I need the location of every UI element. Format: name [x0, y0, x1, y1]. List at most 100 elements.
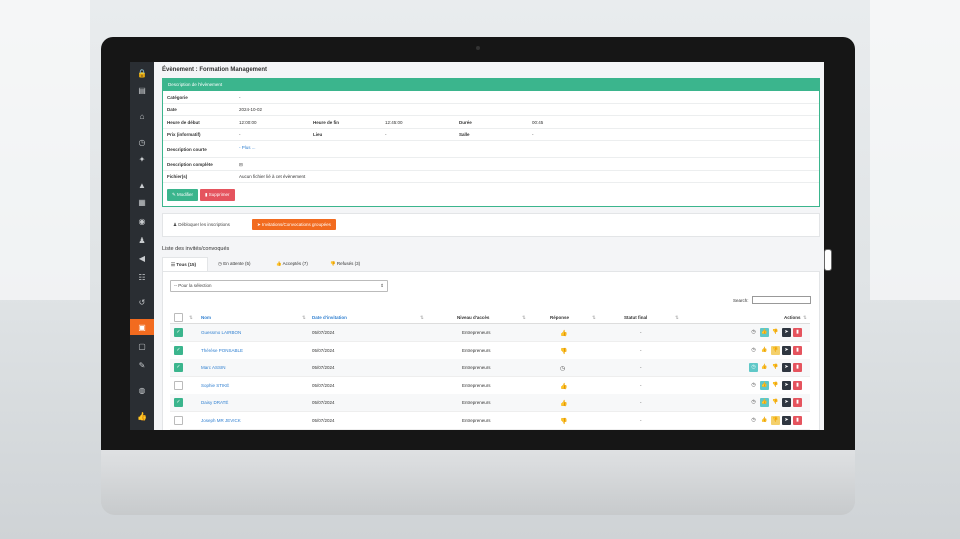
send-invitation-button[interactable]: ➤ — [782, 363, 791, 372]
sort-icon[interactable]: ⇅ — [803, 315, 807, 321]
header-niveau[interactable]: Niveau d'accès — [457, 315, 489, 320]
pending-button[interactable]: ◷ — [749, 363, 758, 372]
lock-icon[interactable]: 🔒 — [130, 65, 154, 81]
refuse-button[interactable]: 👎 — [771, 328, 780, 337]
tab-acceptes[interactable]: 👍 Acceptés (7) — [276, 257, 308, 271]
thumbs-down-icon: 👎 — [560, 418, 568, 425]
sort-icon[interactable]: ⇅ — [189, 315, 193, 321]
header-nom[interactable]: Nom — [201, 315, 211, 320]
background-window-left — [0, 0, 90, 300]
clock-button[interactable]: ◷ — [749, 328, 758, 337]
invitee-name-link[interactable]: Marc ASSIN — [201, 365, 226, 370]
row-checkbox[interactable] — [174, 380, 183, 390]
send-invitation-button[interactable]: ➤ — [782, 398, 791, 407]
expand-icon[interactable]: ⊟ — [239, 162, 243, 168]
invitee-name-link[interactable]: Thérèse PONSABLE — [201, 348, 243, 353]
header-statut[interactable]: Statut final — [624, 315, 647, 320]
graduation-icon[interactable]: ▲ — [130, 177, 154, 193]
select-all-checkbox[interactable] — [174, 313, 183, 322]
search-input[interactable] — [752, 296, 811, 304]
globe-icon[interactable]: ◍ — [130, 382, 154, 398]
row-checkbox[interactable]: ✓ — [174, 328, 183, 337]
thumbs-up-icon[interactable]: 👍 — [130, 408, 154, 424]
accept-button[interactable]: 👍 — [760, 380, 769, 390]
clock-button[interactable]: ◷ — [749, 416, 758, 425]
accept-button[interactable]: 👍 — [760, 416, 769, 425]
send-invitation-button[interactable]: ➤ — [782, 328, 791, 337]
screen: 🔒 ▤ ⌂ ◷ ✦ ▲ ▦ ◉ ♟ ◀ ☷ ↺ ▣ ▢ ✎ ◍ 👍 Évènem… — [130, 62, 824, 430]
tab-en-attente[interactable]: ◷ En attente (5) — [218, 257, 250, 271]
delete-button[interactable]: ▮ — [793, 363, 802, 372]
sort-icon[interactable]: ⇅ — [302, 315, 306, 321]
refuse-button[interactable]: 👎 — [771, 381, 780, 390]
send-invitation-button[interactable]: ➤ — [782, 380, 791, 390]
prix-value: - — [239, 132, 241, 137]
invitee-name-link[interactable]: Joseph MR JEVICK — [201, 418, 241, 423]
tab-tous-label: Tous (15) — [176, 262, 196, 267]
accept-button[interactable]: 👍 — [760, 346, 769, 355]
tab-refuses[interactable]: 👎 Refusés (3) — [330, 257, 360, 271]
accept-button[interactable]: 👍 — [760, 398, 769, 407]
send-invitation-button[interactable]: ➤ — [782, 345, 791, 355]
building-icon[interactable]: ▤ — [130, 82, 154, 98]
eye-icon[interactable]: ◉ — [130, 213, 154, 229]
invitee-name-link[interactable]: Guessmo LAIRBON — [201, 330, 241, 335]
delete-button[interactable]: ▮ — [793, 380, 802, 390]
refuse-button[interactable]: 👎 — [771, 363, 780, 372]
courte-more-link[interactable]: - Plus ... — [239, 145, 256, 150]
clock-button[interactable]: ◷ — [749, 398, 758, 407]
sort-icon[interactable]: ⇅ — [420, 315, 424, 321]
document-icon[interactable]: ▦ — [130, 194, 154, 210]
refuse-button[interactable]: 👎 — [771, 345, 780, 355]
bulk-action-select[interactable]: -- Pour la sélection ⇕ — [170, 280, 388, 292]
debut-label: Heure de début — [167, 119, 200, 125]
sort-icon[interactable]: ⇅ — [675, 315, 679, 321]
side-handle[interactable] — [824, 249, 832, 271]
modifier-button[interactable]: ✎ Modifier — [167, 189, 199, 201]
access-level: Entrepreneurs — [462, 365, 491, 370]
delete-button[interactable]: ▮ — [793, 345, 802, 355]
row-checkbox[interactable]: ✓ — [174, 398, 183, 407]
delete-button[interactable]: ▮ — [793, 328, 802, 337]
clock-button[interactable]: ◷ — [749, 346, 758, 355]
delete-button[interactable]: ▮ — [793, 398, 802, 407]
row-actions: ◷ 👍 👎 ➤ ▮ — [749, 363, 802, 372]
final-status: - — [640, 417, 642, 423]
header-date[interactable]: Date d'invitation — [312, 315, 347, 320]
users-icon[interactable]: ☷ — [130, 269, 154, 285]
user-plus-icon[interactable]: ♟ — [130, 232, 154, 248]
row-checkbox[interactable]: ✓ — [174, 363, 183, 372]
prix-label: Prix (informatif) — [167, 132, 201, 137]
row-checkbox[interactable]: ✓ — [174, 345, 183, 355]
tab-tous[interactable]: ☷ Tous (15) — [162, 257, 208, 271]
refuse-button[interactable]: 👎 — [771, 415, 780, 425]
sort-icon[interactable]: ⇅ — [592, 315, 596, 321]
bank-icon[interactable]: ⌂ — [130, 108, 154, 124]
invitee-name-link[interactable]: Daisy DRATÉ — [201, 400, 228, 405]
group-invitations-button[interactable]: ➤ Invitations/Convocations groupées — [252, 219, 336, 230]
send-invitation-button[interactable]: ➤ — [782, 415, 791, 425]
megaphone-icon[interactable]: ◀ — [130, 250, 154, 266]
invitee-name-link[interactable]: Sophie STIKÉ — [201, 383, 229, 388]
camera-dot — [476, 46, 480, 50]
delete-button[interactable]: ▮ — [793, 415, 802, 425]
select-caret-icon: ⇕ — [380, 283, 384, 288]
detail-row-date: Date 2024-10-02 — [163, 104, 819, 116]
pencil-icon[interactable]: ✎ — [130, 357, 154, 373]
accept-button[interactable]: 👍 — [760, 363, 769, 372]
date-label: Date — [167, 107, 177, 112]
row-checkbox[interactable] — [174, 415, 183, 425]
calendar-icon[interactable]: ▢ — [130, 338, 154, 354]
refuse-button[interactable]: 👎 — [771, 398, 780, 407]
handshake-icon[interactable]: ◷ — [130, 134, 154, 150]
history-icon[interactable]: ↺ — [130, 294, 154, 310]
calendar-active-icon[interactable]: ▣ — [130, 319, 154, 335]
award-icon[interactable]: ✦ — [130, 151, 154, 167]
sort-icon[interactable]: ⇅ — [522, 315, 526, 321]
header-reponse[interactable]: Réponse — [550, 315, 569, 320]
clock-button[interactable]: ◷ — [749, 381, 758, 390]
unblock-registrations-button[interactable]: ♟ Débloquer les inscriptions — [173, 222, 230, 228]
supprimer-button[interactable]: ▮ Supprimer — [200, 189, 235, 201]
invite-date: 05/07/2024 — [312, 330, 335, 335]
accept-button[interactable]: 👍 — [760, 328, 769, 337]
